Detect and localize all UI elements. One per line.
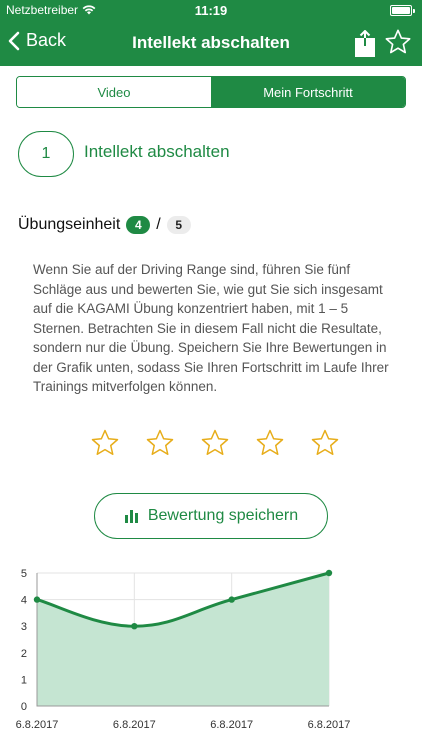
share-button[interactable]	[354, 29, 376, 63]
star-rating	[90, 428, 340, 468]
y-tick-label: 1	[21, 674, 27, 686]
y-tick-label: 2	[21, 648, 27, 660]
x-tick-label: 6.8.2017	[113, 719, 156, 731]
x-tick-label: 6.8.2017	[210, 719, 253, 731]
save-rating-label: Bewertung speichern	[147, 507, 299, 524]
y-tick-label: 3	[21, 621, 27, 633]
rating-star-1-icon[interactable]	[90, 428, 120, 468]
clock: 11:19	[194, 3, 228, 18]
exercise-description: Wenn Sie auf der Driving Range sind, füh…	[33, 262, 389, 394]
navigation-bar: Back Intellekt abschalten	[0, 22, 422, 66]
y-tick-label: 4	[21, 595, 27, 607]
total-units-badge: 5	[166, 216, 191, 234]
chart-data-point	[325, 569, 333, 577]
rating-star-4-icon[interactable]	[255, 428, 285, 468]
chart-data-point	[33, 596, 41, 603]
favorite-button[interactable]	[384, 28, 412, 61]
tab-my-progress[interactable]: Mein Fortschritt	[211, 77, 405, 107]
rating-star-5-icon[interactable]	[310, 428, 340, 468]
tab-video[interactable]: Video	[17, 77, 211, 107]
unit-label: Übungseinheit	[18, 216, 121, 233]
status-bar: Netzbetreiber 11:19	[0, 0, 422, 22]
current-unit-badge: 4	[126, 216, 151, 234]
chart-data-point	[131, 623, 138, 630]
star-outline-icon	[385, 29, 411, 54]
share-icon	[355, 29, 375, 57]
y-tick-label: 0	[21, 701, 27, 713]
top-bar: Netzbetreiber 11:19 Back Intellekt absch…	[0, 0, 422, 66]
rating-star-2-icon[interactable]	[145, 428, 175, 468]
x-tick-label: 6.8.2017	[16, 719, 59, 731]
exercise-number-badge: 1	[18, 131, 74, 177]
unit-counter: Übungseinheit 4 / 5	[18, 216, 191, 234]
progress-chart: 0 1 2 3 4 5 6.8.2017 6.8.2017 6.8.2017 6.8.2017	[16, 568, 351, 731]
tab-control: Video Mein Fortschritt	[16, 76, 406, 108]
chart-area-fill	[37, 573, 329, 706]
x-tick-label: 6.8.2017	[308, 719, 351, 731]
exercise-title: Intellekt abschalten	[84, 142, 230, 161]
chart-data-point	[228, 596, 235, 603]
y-tick-label: 5	[21, 568, 27, 580]
unit-separator: /	[156, 216, 161, 233]
rating-star-3-icon[interactable]	[200, 428, 230, 468]
bar-chart-icon	[124, 510, 138, 523]
battery-icon	[390, 5, 415, 16]
save-rating-button[interactable]: Bewertung speichern	[94, 493, 328, 539]
